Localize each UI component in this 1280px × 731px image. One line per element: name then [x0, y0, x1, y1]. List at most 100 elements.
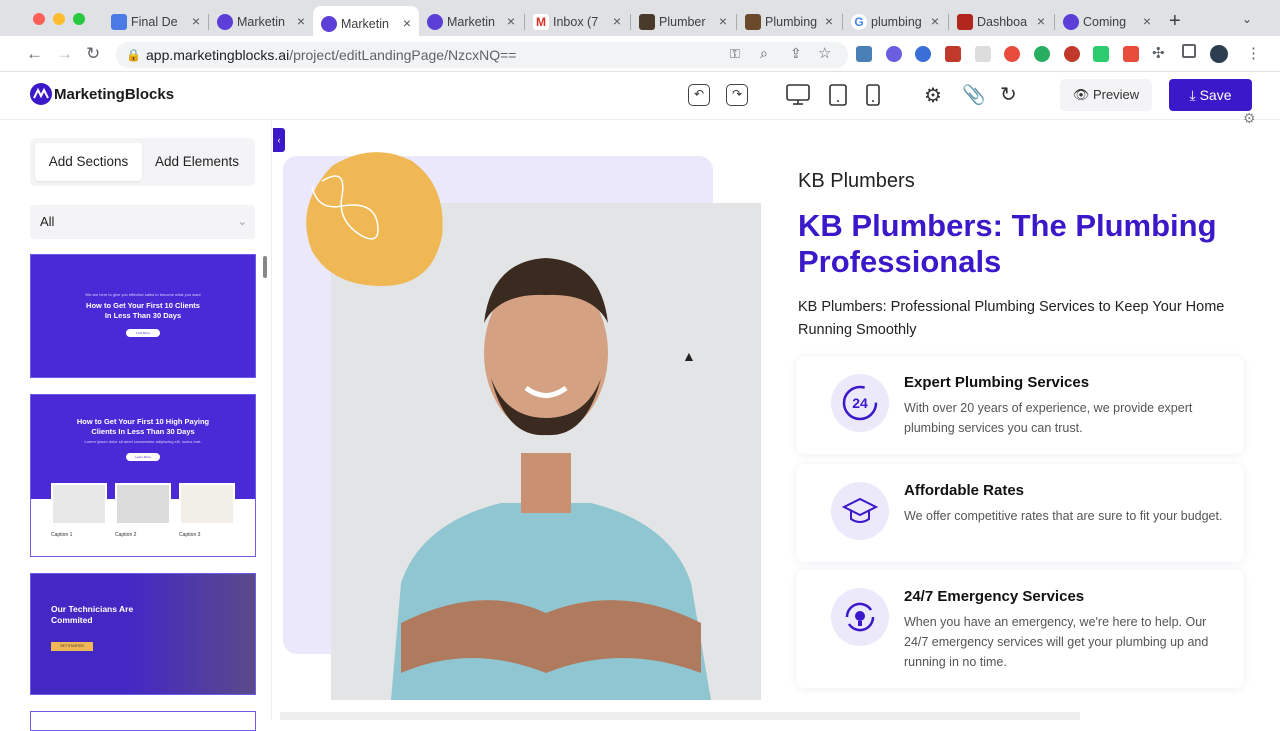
section-template-thumbnail[interactable]: How to Get Your First 10 High Paying Cli…: [30, 394, 256, 557]
extension-icon[interactable]: [886, 46, 902, 62]
tab-search-icon[interactable]: ⌄: [1242, 12, 1252, 26]
browser-tab[interactable]: Plumbing ×: [737, 8, 841, 36]
feature-description: When you have an emergency, we're here t…: [904, 615, 1209, 669]
attachment-icon[interactable]: 📎: [962, 83, 986, 107]
bookmark-star-icon[interactable]: ☆: [818, 44, 831, 62]
24-hours-icon: 24: [831, 374, 889, 432]
marketingblocks-icon: [427, 14, 443, 30]
back-icon[interactable]: ←: [26, 44, 43, 64]
refresh-icon[interactable]: ↻: [1000, 82, 1017, 107]
close-tab-icon[interactable]: ×: [825, 13, 833, 29]
browser-menu-icon[interactable]: ⋮: [1246, 44, 1261, 62]
close-tab-icon[interactable]: ×: [931, 13, 939, 29]
close-tab-icon[interactable]: ×: [297, 13, 305, 29]
svg-text:24: 24: [852, 395, 868, 411]
share-icon[interactable]: ⇪: [790, 45, 802, 62]
save-button[interactable]: ⤓ Save: [1169, 79, 1252, 111]
close-tab-icon[interactable]: ×: [719, 13, 727, 29]
collapse-panel-button[interactable]: ‹: [273, 128, 285, 152]
refresh-bulb-icon: [831, 588, 889, 646]
minimize-window-icon[interactable]: [53, 13, 65, 25]
key-icon[interactable]: ⚿: [730, 46, 740, 62]
section-template-thumbnail[interactable]: We are here to give you effective sales …: [30, 254, 256, 378]
panel-scrollbar[interactable]: [263, 256, 267, 278]
feature-card[interactable]: 24/7 Emergency Services When you have an…: [796, 570, 1244, 688]
mobile-view-icon[interactable]: [866, 84, 880, 106]
profile-avatar[interactable]: [1210, 45, 1228, 63]
close-tab-icon[interactable]: ×: [1143, 13, 1151, 29]
section-template-thumbnail[interactable]: Our Technicians Are Commited GET STARTED: [30, 573, 256, 695]
feature-title: Expert Plumbing Services: [904, 374, 1090, 391]
google-icon: G: [851, 14, 867, 30]
close-tab-icon[interactable]: ×: [613, 13, 621, 29]
close-tab-icon[interactable]: ×: [192, 13, 200, 29]
marketingblocks-icon: [1063, 14, 1079, 30]
close-tab-icon[interactable]: ×: [403, 15, 411, 31]
browser-tab[interactable]: Marketin ×: [209, 8, 313, 36]
tablet-view-icon[interactable]: [829, 84, 847, 106]
dashboard-favicon-icon: [957, 14, 973, 30]
app-logo-text[interactable]: MarketingBlocks: [54, 86, 174, 103]
feature-title: Affordable Rates: [904, 482, 1025, 499]
extension-icon[interactable]: [856, 46, 872, 62]
hero-description[interactable]: KB Plumbers: Professional Plumbing Servi…: [798, 296, 1238, 342]
url-path: /project/editLandingPage/NzcxNQ==: [289, 47, 517, 63]
extensions-puzzle-icon[interactable]: ✣: [1152, 44, 1165, 62]
close-tab-icon[interactable]: ×: [507, 13, 515, 29]
close-window-icon[interactable]: [33, 13, 45, 25]
undo-button[interactable]: ↶: [688, 84, 710, 106]
new-tab-button[interactable]: +: [1169, 10, 1181, 33]
marketingblocks-icon: [321, 16, 337, 32]
section-template-thumbnail[interactable]: [30, 711, 256, 731]
browser-tab[interactable]: M Inbox (7 ×: [525, 8, 629, 36]
preview-button[interactable]: 👁 Preview: [1060, 79, 1152, 111]
gmail-icon: M: [533, 14, 549, 30]
tab-add-elements[interactable]: Add Elements: [144, 143, 250, 181]
browser-tab[interactable]: Marketin ×: [419, 8, 523, 36]
browser-tab[interactable]: G plumbing ×: [843, 8, 947, 36]
sidepanel-icon[interactable]: [1182, 44, 1196, 58]
extension-icon[interactable]: [1034, 46, 1050, 62]
decorative-blob: [306, 152, 443, 286]
browser-tab[interactable]: Plumber ×: [631, 8, 735, 36]
feature-description: With over 20 years of experience, we pro…: [904, 401, 1193, 435]
panel-tabs: Add Sections Add Elements: [30, 138, 255, 186]
extension-icon[interactable]: [915, 46, 931, 62]
desktop-view-icon[interactable]: [786, 84, 810, 106]
marketingblocks-icon: [217, 14, 233, 30]
forward-icon[interactable]: →: [56, 44, 73, 64]
tab-add-sections[interactable]: Add Sections: [35, 143, 142, 181]
reload-icon[interactable]: ↻: [86, 44, 100, 64]
redo-button[interactable]: ↷: [726, 84, 748, 106]
extension-icon[interactable]: [975, 46, 991, 62]
browser-tab[interactable]: Final De ×: [103, 8, 208, 36]
extension-icon[interactable]: [1064, 46, 1080, 62]
caption-image: [179, 483, 235, 525]
extension-icon[interactable]: [1123, 46, 1139, 62]
graduation-cap-icon: [831, 482, 889, 540]
eye-icon: 👁: [1072, 87, 1090, 102]
brand-name[interactable]: KB Plumbers: [798, 170, 915, 193]
settings-gear-icon[interactable]: ⚙: [924, 83, 942, 108]
feature-card[interactable]: 24 Expert Plumbing Services With over 20…: [796, 356, 1244, 454]
canvas-settings-gear-icon[interactable]: ⚙: [1243, 110, 1256, 127]
image-favicon-icon: [745, 14, 761, 30]
caption-image: [51, 483, 107, 525]
lock-icon[interactable]: 🔒: [126, 42, 141, 68]
docs-icon: [111, 14, 127, 30]
category-filter-select[interactable]: All ⌄: [30, 205, 255, 239]
extension-icon[interactable]: [1004, 46, 1020, 62]
hero-heading[interactable]: KB Plumbers: The Plumbing Professionals: [798, 208, 1248, 280]
feature-card[interactable]: Affordable Rates We offer competitive ra…: [796, 464, 1244, 562]
feature-title: 24/7 Emergency Services: [904, 588, 1085, 605]
zoom-icon[interactable]: ⌕: [760, 45, 768, 62]
caption-image: [115, 483, 171, 525]
browser-tab[interactable]: Coming ×: [1055, 8, 1159, 36]
maximize-window-icon[interactable]: [73, 13, 85, 25]
browser-tab[interactable]: Dashboa ×: [949, 8, 1053, 36]
chevron-down-icon: ⌄: [237, 216, 247, 228]
extension-icon[interactable]: [1093, 46, 1109, 62]
marketingblocks-logo-icon: [30, 83, 52, 105]
extension-icon[interactable]: [945, 46, 961, 62]
close-tab-icon[interactable]: ×: [1037, 13, 1045, 29]
